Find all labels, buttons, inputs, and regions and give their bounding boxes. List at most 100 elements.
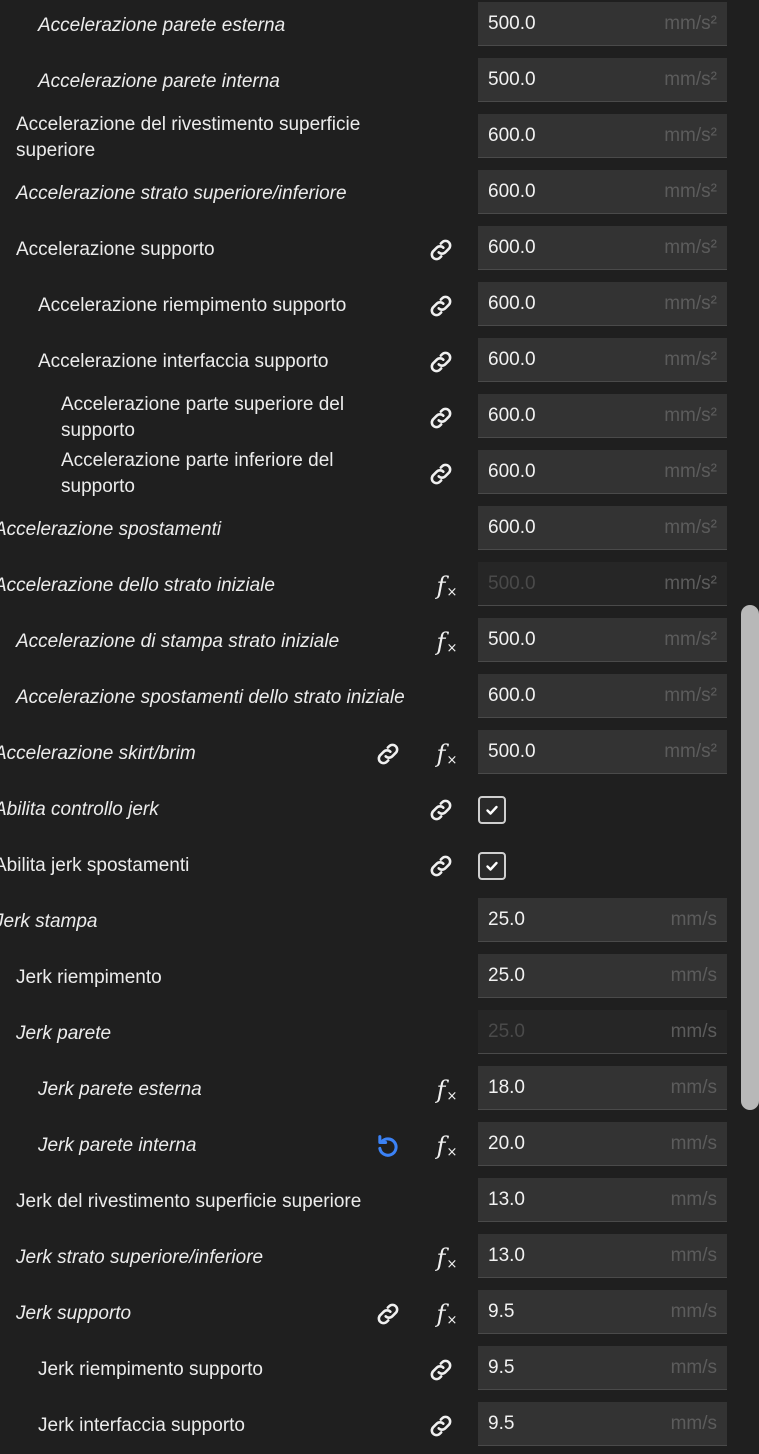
link-icon[interactable] bbox=[425, 794, 457, 826]
setting-value-field[interactable]: 600.0 mm/s² bbox=[478, 282, 727, 326]
setting-unit: mm/s bbox=[670, 909, 717, 930]
link-icon[interactable] bbox=[372, 738, 404, 770]
setting-label: Jerk del rivestimento superficie superio… bbox=[16, 1191, 362, 1212]
setting-value-field[interactable]: 600.0 mm/s² bbox=[478, 674, 727, 718]
setting-unit: mm/s bbox=[670, 1133, 717, 1154]
link-icon[interactable] bbox=[425, 402, 457, 434]
setting-value-field[interactable]: 600.0 mm/s² bbox=[478, 114, 727, 158]
setting-value-field[interactable]: 20.0 mm/s bbox=[478, 1122, 727, 1166]
setting-value-field[interactable]: 500.0 mm/s² bbox=[478, 2, 727, 46]
setting-row: Accelerazione parte inferiore del suppor… bbox=[0, 446, 740, 502]
setting-value: 500.0 bbox=[488, 629, 536, 650]
function-icon[interactable]: f × bbox=[425, 1074, 458, 1106]
function-icon[interactable]: f × bbox=[425, 570, 458, 602]
setting-value: 600.0 bbox=[488, 349, 536, 370]
link-icon[interactable] bbox=[425, 346, 457, 378]
link-icon[interactable] bbox=[425, 458, 457, 490]
link-icon[interactable] bbox=[425, 1354, 457, 1386]
function-icon[interactable]: f × bbox=[425, 1242, 458, 1274]
setting-value: 9.5 bbox=[488, 1357, 515, 1378]
setting-unit: mm/s² bbox=[664, 685, 717, 706]
link-icon[interactable] bbox=[425, 850, 457, 882]
setting-label: Jerk parete bbox=[16, 1023, 112, 1044]
setting-value-field[interactable]: 500.0 mm/s² bbox=[478, 730, 727, 774]
setting-value-field[interactable]: 9.5 mm/s bbox=[478, 1290, 727, 1334]
setting-label: Accelerazione strato superiore/inferiore bbox=[16, 183, 347, 204]
setting-label: Accelerazione parte inferiore del suppor… bbox=[61, 450, 334, 497]
setting-row: Jerk parete interna f × 20.0 mm/s bbox=[0, 1118, 740, 1174]
setting-label: Accelerazione dello strato iniziale bbox=[0, 575, 275, 596]
setting-value-field[interactable]: 13.0 mm/s bbox=[478, 1178, 727, 1222]
setting-value-field[interactable]: 600.0 mm/s² bbox=[478, 394, 727, 438]
setting-value: 9.5 bbox=[488, 1413, 515, 1434]
setting-label: Accelerazione parete esterna bbox=[38, 15, 286, 36]
setting-unit: mm/s bbox=[670, 1357, 717, 1378]
setting-value-field[interactable]: 9.5 mm/s bbox=[478, 1402, 727, 1446]
setting-value-field[interactable]: 600.0 mm/s² bbox=[478, 506, 727, 550]
function-icon[interactable]: f × bbox=[425, 738, 458, 770]
reset-icon[interactable] bbox=[372, 1130, 404, 1162]
function-icon[interactable]: f × bbox=[425, 626, 458, 658]
scrollbar-thumb[interactable] bbox=[741, 605, 759, 1110]
setting-unit: mm/s² bbox=[664, 741, 717, 762]
link-icon[interactable] bbox=[425, 234, 457, 266]
setting-checkbox[interactable] bbox=[478, 852, 506, 880]
link-icon[interactable] bbox=[425, 1410, 457, 1442]
setting-row: Abilita controllo jerk bbox=[0, 782, 740, 838]
setting-value: 600.0 bbox=[488, 181, 536, 202]
setting-label: Accelerazione skirt/brim bbox=[0, 743, 196, 764]
setting-value: 600.0 bbox=[488, 461, 536, 482]
setting-unit: mm/s² bbox=[664, 237, 717, 258]
setting-value: 18.0 bbox=[488, 1077, 525, 1098]
setting-row: Accelerazione dello strato iniziale f × 500… bbox=[0, 558, 740, 614]
setting-value-field[interactable]: 9.5 mm/s bbox=[478, 1346, 727, 1390]
setting-label: Jerk supporto bbox=[16, 1303, 132, 1324]
setting-value-field[interactable]: 25.0 mm/s bbox=[478, 1010, 727, 1054]
setting-value-field[interactable]: 600.0 mm/s² bbox=[478, 338, 727, 382]
setting-label: Accelerazione del rivestimento superfici… bbox=[16, 114, 361, 161]
setting-label: Jerk strato superiore/inferiore bbox=[16, 1247, 264, 1268]
setting-value-field[interactable]: 500.0 mm/s² bbox=[478, 562, 727, 606]
setting-row: Jerk stampa 25.0 mm/s bbox=[0, 894, 740, 950]
setting-row: Jerk parete esterna f × 18.0 mm/s bbox=[0, 1062, 740, 1118]
setting-row: Accelerazione parete esterna 500.0 mm/s² bbox=[0, 0, 740, 54]
setting-value-field[interactable]: 25.0 mm/s bbox=[478, 954, 727, 998]
setting-value: 25.0 bbox=[488, 965, 525, 986]
setting-value-field[interactable]: 25.0 mm/s bbox=[478, 898, 727, 942]
setting-row: Accelerazione interfaccia supporto 600.0 m… bbox=[0, 334, 740, 390]
setting-unit: mm/s² bbox=[664, 125, 717, 146]
setting-unit: mm/s² bbox=[664, 349, 717, 370]
link-icon[interactable] bbox=[425, 290, 457, 322]
setting-label: Jerk interfaccia supporto bbox=[38, 1415, 245, 1436]
setting-value-field[interactable]: 600.0 mm/s² bbox=[478, 170, 727, 214]
setting-unit: mm/s bbox=[670, 1021, 717, 1042]
setting-unit: mm/s² bbox=[664, 461, 717, 482]
setting-checkbox[interactable] bbox=[478, 796, 506, 824]
setting-label: Accelerazione parete interna bbox=[38, 71, 280, 92]
setting-row: Jerk parete 25.0 mm/s bbox=[0, 1006, 740, 1062]
setting-label: Accelerazione spostamenti bbox=[0, 519, 222, 540]
setting-label: Jerk riempimento bbox=[16, 967, 162, 988]
setting-value: 13.0 bbox=[488, 1245, 525, 1266]
setting-value-field[interactable]: 600.0 mm/s² bbox=[478, 450, 727, 494]
setting-row: Accelerazione skirt/brim f × 500.0 mm/s² bbox=[0, 726, 740, 782]
setting-row: Accelerazione strato superiore/inferiore… bbox=[0, 166, 740, 222]
setting-value: 600.0 bbox=[488, 125, 536, 146]
link-icon[interactable] bbox=[372, 1298, 404, 1330]
setting-value: 600.0 bbox=[488, 517, 536, 538]
setting-label: Jerk stampa bbox=[0, 911, 98, 932]
setting-value-field[interactable]: 18.0 mm/s bbox=[478, 1066, 727, 1110]
setting-value-field[interactable]: 13.0 mm/s bbox=[478, 1234, 727, 1278]
setting-label: Jerk parete interna bbox=[38, 1135, 197, 1156]
setting-value-field[interactable]: 500.0 mm/s² bbox=[478, 618, 727, 662]
setting-unit: mm/s² bbox=[664, 293, 717, 314]
function-icon[interactable]: f × bbox=[425, 1130, 458, 1162]
setting-unit: mm/s bbox=[670, 1189, 717, 1210]
setting-label: Accelerazione di stampa strato iniziale bbox=[16, 631, 340, 652]
setting-value: 600.0 bbox=[488, 293, 536, 314]
function-icon[interactable]: f × bbox=[425, 1298, 458, 1330]
setting-row: Jerk strato superiore/inferiore f × 13.0 mm/… bbox=[0, 1230, 740, 1286]
setting-value-field[interactable]: 500.0 mm/s² bbox=[478, 58, 727, 102]
setting-value: 20.0 bbox=[488, 1133, 525, 1154]
setting-value-field[interactable]: 600.0 mm/s² bbox=[478, 226, 727, 270]
